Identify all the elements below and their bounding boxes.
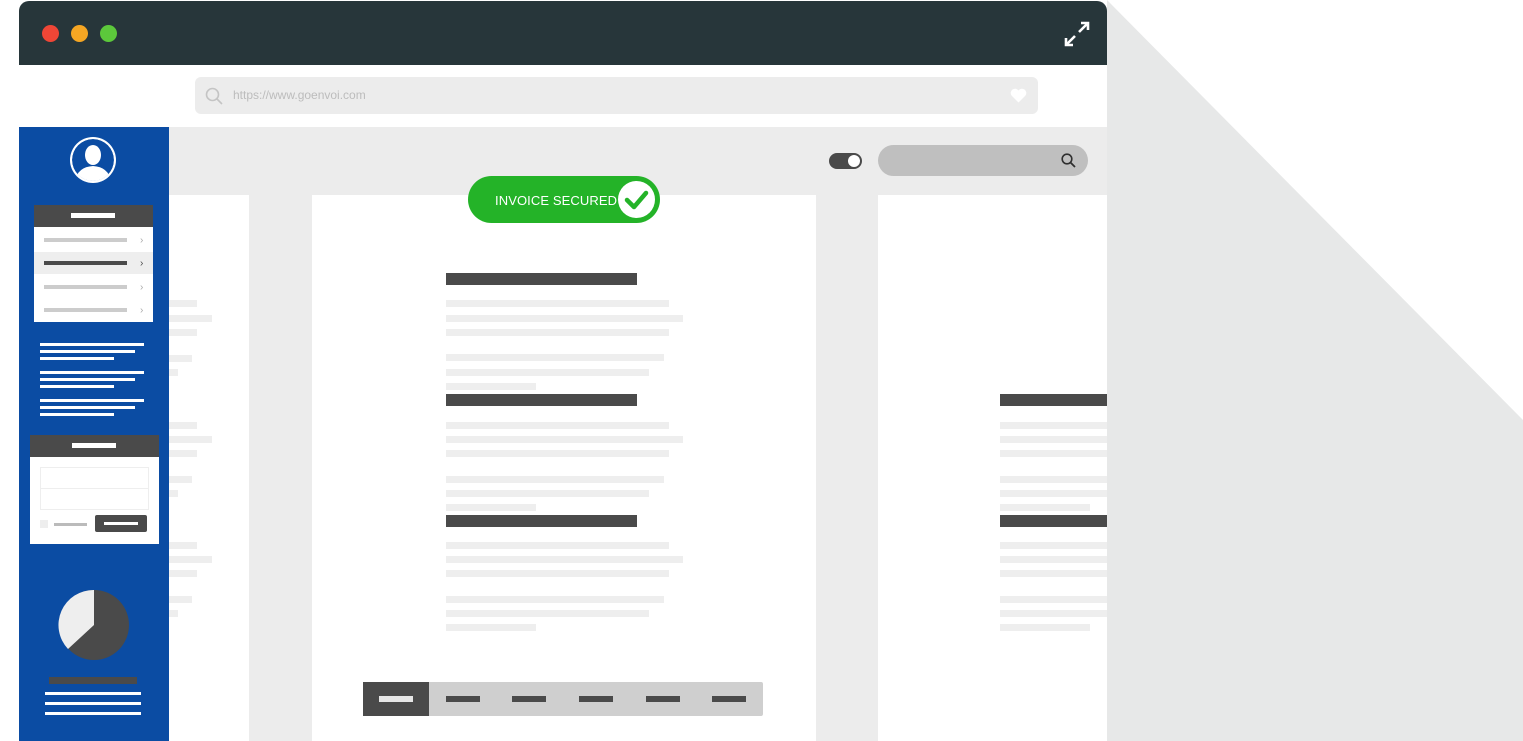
document-page-left (169, 195, 249, 741)
minimize-button[interactable] (71, 25, 88, 42)
menu-item[interactable]: › (34, 229, 153, 251)
close-button[interactable] (42, 25, 59, 42)
chart-legend-line (45, 702, 141, 705)
sidebar: › › › › (19, 127, 169, 741)
heading-line (446, 515, 637, 527)
form-card-header (30, 435, 159, 457)
window-shadow (1107, 0, 1523, 741)
form-submit-button[interactable] (95, 515, 147, 532)
heart-icon[interactable] (1010, 88, 1027, 103)
chart-legend-line (45, 712, 141, 715)
chart-caption-line (49, 677, 137, 684)
page-tab-4[interactable] (563, 682, 629, 716)
menu-card: › › › › (34, 205, 153, 322)
view-toggle[interactable] (829, 153, 862, 169)
expand-arrows-icon[interactable] (1064, 21, 1090, 47)
toggle-knob (848, 155, 860, 167)
form-checkbox[interactable] (40, 520, 48, 528)
document-search-input[interactable] (878, 145, 1088, 176)
menu-card-header (34, 205, 153, 227)
chart-legend-line (45, 692, 141, 695)
checkmark-icon (618, 181, 655, 218)
url-text: https://www.goenvoi.com (233, 88, 366, 102)
form-card (30, 435, 159, 544)
title-bar (19, 1, 1107, 65)
maximize-button[interactable] (100, 25, 117, 42)
page-navigation (363, 682, 763, 716)
heading-line (1000, 515, 1107, 527)
document-page-center (312, 195, 816, 741)
page-tab-2[interactable] (430, 682, 496, 716)
pie-chart-icon (58, 589, 129, 660)
search-icon (1061, 153, 1076, 168)
heading-line (446, 394, 637, 406)
badge-label: INVOICE SECURED (495, 193, 618, 208)
address-bar[interactable]: https://www.goenvoi.com (195, 77, 1038, 114)
heading-line (446, 273, 637, 285)
form-checkbox-label (54, 523, 87, 526)
page-tab-1[interactable] (363, 682, 429, 716)
form-field[interactable] (40, 467, 149, 489)
form-field[interactable] (40, 488, 149, 510)
page-tab-3[interactable] (496, 682, 562, 716)
user-avatar-icon[interactable] (69, 136, 117, 184)
menu-item[interactable]: › (34, 299, 153, 321)
page-tab-5[interactable] (630, 682, 696, 716)
menu-item-active[interactable]: › (34, 252, 153, 274)
invoice-secured-badge: INVOICE SECURED (468, 176, 660, 223)
menu-item[interactable]: › (34, 276, 153, 298)
document-page-right (878, 195, 1107, 741)
sidebar-text-block (40, 343, 144, 416)
browser-window: https://www.goenvoi.com INVOICE SECURED … (19, 1, 1107, 741)
search-icon (205, 87, 223, 105)
page-tab-6[interactable] (696, 682, 762, 716)
heading-line (1000, 394, 1107, 406)
